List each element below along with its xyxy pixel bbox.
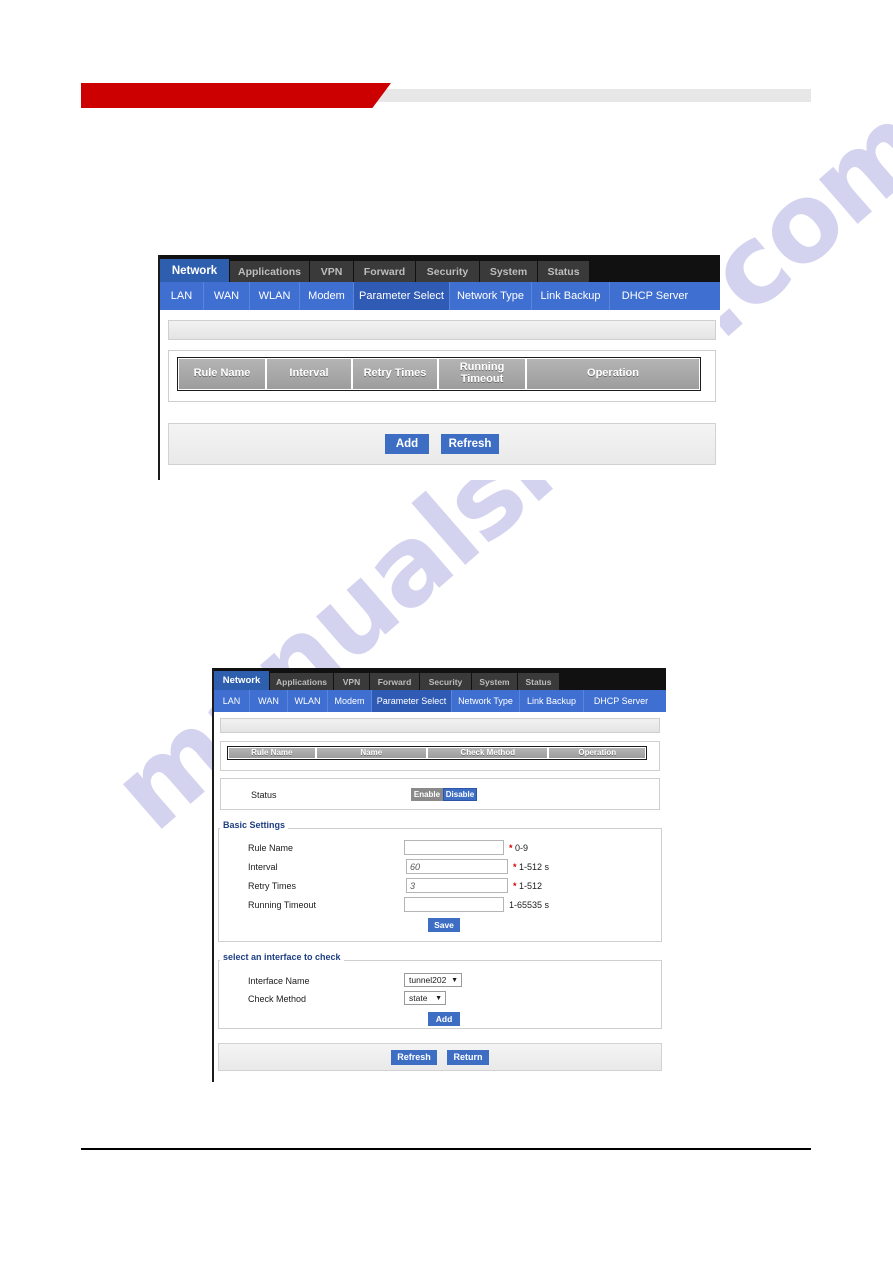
interval-input-value: 60: [410, 861, 421, 872]
nav-tab-status-2[interactable]: Status: [518, 673, 560, 690]
nav-tab-vpn[interactable]: VPN: [310, 261, 354, 282]
sub-nav-bar-2: LAN WAN WLAN Modem Parameter Select Netw…: [214, 690, 666, 712]
rules-table-header-row-2: Rule Name Name Check Method Operation: [227, 746, 647, 760]
retry-times-input-value: 3: [410, 880, 416, 891]
sub-nav-bar: LAN WAN WLAN Modem Parameter Select Netw…: [160, 282, 720, 310]
nav-tab-system[interactable]: System: [480, 261, 538, 282]
add-button[interactable]: Add: [385, 434, 429, 454]
refresh-button[interactable]: Refresh: [441, 434, 499, 454]
sub-tab-modem[interactable]: Modem: [300, 282, 354, 310]
sub-tab-dhcp-server[interactable]: DHCP Server: [610, 282, 700, 310]
nav-tab-system-2[interactable]: System: [472, 673, 518, 690]
sub-tab-lan[interactable]: LAN: [160, 282, 204, 310]
breadcrumb: [168, 320, 716, 340]
rule-name-hint-text: 0-9: [515, 843, 529, 853]
nav-tab-applications[interactable]: Applications: [230, 261, 310, 282]
main-nav-bar-2: Network Applications VPN Forward Securit…: [214, 668, 666, 690]
header-red-strip: [81, 83, 391, 108]
status-label: Status: [251, 790, 277, 800]
interface-name-select[interactable]: tunnel202 ▼: [404, 973, 462, 987]
chevron-down-icon-2: ▼: [435, 994, 442, 1002]
breadcrumb-2: [220, 718, 660, 733]
column-header-interval: Interval: [266, 358, 352, 390]
retry-times-hint: * 1-512: [513, 881, 542, 891]
rules-table-panel: Rule Name Interval Retry Times Running T…: [168, 350, 716, 402]
rule-name-hint: * 0-9: [509, 843, 528, 853]
rules-table-header-row: Rule Name Interval Retry Times Running T…: [177, 357, 701, 391]
check-method-select[interactable]: state ▼: [404, 991, 446, 1005]
router-ui-screenshot-parameter-select-edit: Network Applications VPN Forward Securit…: [212, 668, 666, 1082]
sub-tab-network-type-2[interactable]: Network Type: [452, 690, 520, 712]
sub-tab-parameter-select-2[interactable]: Parameter Select: [372, 690, 452, 712]
page-header-banner: [81, 83, 811, 108]
sub-tab-link-backup-2[interactable]: Link Backup: [520, 690, 584, 712]
interval-hint-text: 1-512 s: [519, 862, 550, 872]
interval-required-marker: *: [513, 862, 517, 872]
nav-tab-vpn-2[interactable]: VPN: [334, 673, 370, 690]
nav-tab-applications-2[interactable]: Applications: [270, 673, 334, 690]
retry-times-label: Retry Times: [248, 881, 297, 891]
running-timeout-hint: 1-65535 s: [509, 900, 550, 910]
rule-name-label: Rule Name: [248, 843, 294, 853]
basic-settings-title: Basic Settings: [220, 820, 289, 830]
router-ui-screenshot-parameter-select-list: Network Applications VPN Forward Securit…: [158, 255, 720, 480]
add-interface-button[interactable]: Add: [428, 1012, 460, 1026]
running-timeout-input[interactable]: [404, 897, 504, 912]
refresh-button-2[interactable]: Refresh: [391, 1049, 437, 1065]
nav-tab-security-2[interactable]: Security: [420, 673, 472, 690]
save-button[interactable]: Save: [428, 918, 460, 932]
sub-tab-dhcp-server-2[interactable]: DHCP Server: [584, 690, 658, 712]
sub-tab-modem-2[interactable]: Modem: [328, 690, 372, 712]
sub-tab-wlan[interactable]: WLAN: [250, 282, 300, 310]
interval-hint: * 1-512 s: [513, 862, 549, 872]
retry-times-hint-text: 1-512: [519, 881, 543, 891]
main-nav-bar: Network Applications VPN Forward Securit…: [160, 255, 720, 282]
status-disable-option[interactable]: Disable: [443, 788, 477, 801]
nav-tab-forward-2[interactable]: Forward: [370, 673, 420, 690]
rule-name-required-marker: *: [509, 843, 513, 853]
column-header-operation-2: Operation: [548, 747, 646, 759]
header-gray-strip: [311, 89, 811, 102]
sub-tab-lan-2[interactable]: LAN: [214, 690, 250, 712]
check-method-label: Check Method: [248, 994, 307, 1004]
nav-tab-security[interactable]: Security: [416, 261, 480, 282]
column-header-operation: Operation: [526, 358, 700, 390]
retry-times-input[interactable]: 3: [406, 878, 508, 893]
status-toggle[interactable]: Enable Disable: [411, 788, 477, 801]
sub-tab-wlan-2[interactable]: WLAN: [288, 690, 328, 712]
retry-times-required-marker: *: [513, 881, 517, 891]
column-header-retry-times: Retry Times: [352, 358, 438, 390]
sub-tab-wan-2[interactable]: WAN: [250, 690, 288, 712]
screenshot-left-accent-bar-2: [212, 668, 214, 1082]
interval-label: Interval: [248, 862, 278, 872]
column-header-name: Name: [315, 747, 428, 759]
interface-check-title: select an interface to check: [220, 952, 344, 962]
interval-input[interactable]: 60: [406, 859, 508, 874]
interface-name-label: Interface Name: [248, 976, 310, 986]
return-button[interactable]: Return: [447, 1049, 489, 1065]
running-timeout-label: Running Timeout: [248, 900, 317, 910]
status-panel: Status Enable Disable: [220, 778, 660, 810]
column-header-rule-name-2: Rule Name: [228, 747, 316, 759]
footer-divider: [81, 1148, 811, 1150]
status-enable-option[interactable]: Enable: [411, 788, 443, 801]
nav-tab-network[interactable]: Network: [160, 259, 230, 282]
column-header-running-timeout: Running Timeout: [438, 358, 526, 390]
nav-tab-network-2[interactable]: Network: [214, 671, 270, 690]
interface-name-select-value: tunnel202: [409, 975, 447, 985]
nav-tab-forward[interactable]: Forward: [354, 261, 416, 282]
sub-tab-network-type[interactable]: Network Type: [450, 282, 532, 310]
chevron-down-icon: ▼: [451, 976, 458, 984]
nav-tab-status[interactable]: Status: [538, 261, 590, 282]
edit-action-bar: Refresh Return: [218, 1043, 662, 1071]
sub-tab-parameter-select[interactable]: Parameter Select: [354, 282, 450, 310]
sub-tab-wan[interactable]: WAN: [204, 282, 250, 310]
column-header-rule-name: Rule Name: [178, 358, 266, 390]
sub-tab-link-backup[interactable]: Link Backup: [532, 282, 610, 310]
list-action-bar: Add Refresh: [168, 423, 716, 465]
rules-table-panel-2: Rule Name Name Check Method Operation: [220, 741, 660, 771]
check-method-select-value: state: [409, 993, 428, 1003]
column-header-check-method: Check Method: [427, 747, 549, 759]
rule-name-input[interactable]: [404, 840, 504, 855]
